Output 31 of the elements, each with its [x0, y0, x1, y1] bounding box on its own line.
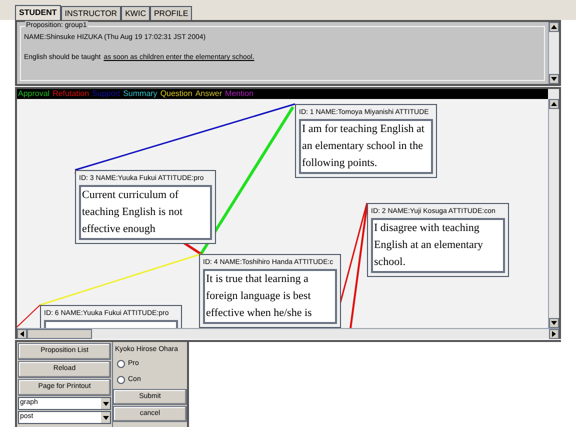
scroll-up-icon[interactable]: [549, 22, 559, 32]
scroll-left-icon[interactable]: [17, 329, 27, 339]
tab[interactable]: STUDENT: [15, 5, 61, 20]
radio-icon[interactable]: [117, 360, 125, 368]
node-body-text: I am for teaching English at an elementary school in the following points.: [299, 119, 433, 174]
scroll-up-icon[interactable]: [549, 99, 559, 109]
tab[interactable]: INSTRUCTOR: [60, 6, 122, 20]
caret-icon: [101, 412, 110, 423]
legend-label: Question: [160, 89, 192, 99]
comment-input-field[interactable]: [187, 342, 561, 427]
caret-icon: [101, 398, 110, 409]
legend-label: Summary: [123, 89, 158, 99]
vertical-scrollbar[interactable]: [548, 99, 559, 328]
legend-label: Mention: [225, 89, 254, 99]
scroll-down-icon[interactable]: [549, 74, 559, 84]
scroll-down-icon[interactable]: [549, 318, 559, 328]
legend-label: Answer: [195, 89, 222, 99]
legend-label: Support: [92, 89, 120, 99]
scroll-right-icon[interactable]: [549, 329, 559, 339]
radio-icon[interactable]: [117, 376, 125, 384]
node-body-text: Current curriculum of teaching English is not effective enough: [79, 185, 212, 240]
horizontal-scrollbar[interactable]: [17, 328, 559, 339]
node-body-text: It is true that learning a foreign language is best effective when he/she is: [203, 269, 337, 324]
legend-label: Refutation: [52, 89, 90, 99]
legend-label: Approval: [18, 89, 50, 99]
scrollbar-corner: [548, 89, 559, 99]
tab[interactable]: KWIC: [121, 6, 150, 20]
scroll-thumb[interactable]: [27, 329, 92, 339]
vertical-scrollbar[interactable]: [548, 22, 559, 84]
node-body-text: I disagree with teaching English at an elementary school.: [371, 218, 505, 273]
tab[interactable]: PROFILE: [150, 6, 192, 20]
